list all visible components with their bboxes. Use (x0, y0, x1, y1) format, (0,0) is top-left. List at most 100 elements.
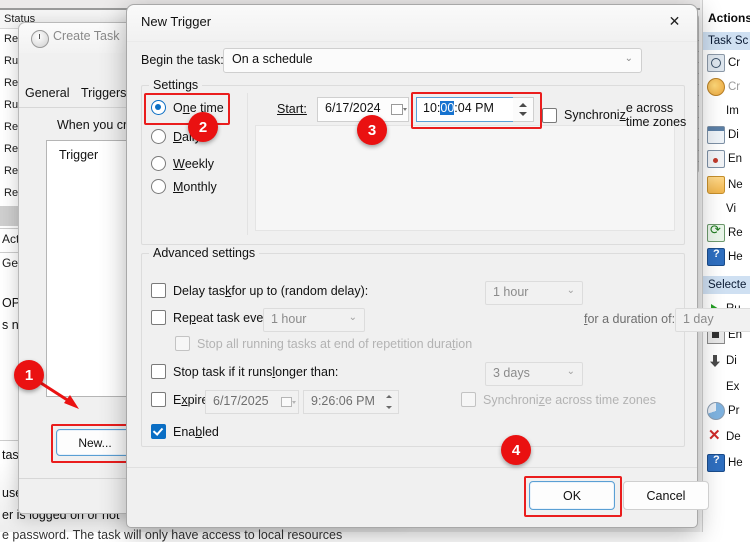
expire-sync-time-zones-checkbox[interactable]: Synchroni z e across time zones (461, 392, 656, 407)
refresh-icon (707, 222, 725, 242)
enabled-label-prefix: Ena (173, 424, 196, 439)
new-trigger-dialog: New Trigger ✕ Begin the task: On a sched… (126, 4, 750, 528)
radio-label-suffix: onthly (183, 179, 217, 194)
folder-icon (707, 176, 725, 194)
action-disable[interactable]: Di (703, 350, 750, 372)
expire-time-input[interactable]: 9:26:06 PM (303, 390, 383, 414)
start-time-highlight (411, 92, 542, 129)
start-label-text: Start: (277, 102, 307, 116)
action-refresh[interactable]: Re (703, 222, 750, 244)
detail-line-3: e password. The task will only have acce… (2, 528, 343, 542)
radio-indicator (151, 129, 166, 144)
spinner-down-icon[interactable] (386, 406, 392, 409)
actions-section-selected-item: Selecte (703, 276, 750, 294)
begin-task-select[interactable]: On a schedule ⌄ (223, 48, 642, 73)
spinner-up-icon[interactable] (386, 395, 392, 398)
delay-duration-select[interactable]: 1 hour ⌄ (485, 281, 583, 305)
settings-group-label: Settings (149, 78, 203, 92)
radio-indicator (151, 179, 166, 194)
help-icon (707, 454, 725, 472)
radio-label-accel: D (173, 129, 183, 144)
actions-section-task-scheduler: Task Sc (703, 32, 750, 50)
action-label: Ex (726, 381, 740, 393)
calendar-dropdown-icon[interactable] (281, 397, 296, 407)
pie-icon (707, 402, 725, 420)
action-delete[interactable]: De (703, 426, 750, 448)
action-label: Pr (728, 405, 740, 417)
calendar-icon (707, 126, 725, 144)
sync-label-prefix: Synchroni (564, 108, 620, 122)
checkbox-indicator (151, 364, 166, 379)
create-task-title: Create Task (53, 29, 120, 43)
repeat-interval-select[interactable]: 1 hour ⌄ (263, 308, 365, 332)
one-time-highlight (144, 93, 230, 125)
annotation-badge-4: 4 (501, 435, 531, 465)
action-view[interactable]: Vi (703, 198, 750, 220)
action-export[interactable]: Ex (703, 376, 750, 398)
triggers-list-header: Trigger (59, 148, 99, 162)
enabled-label-suffix: led (202, 424, 219, 439)
begin-task-label: Begin the task: (141, 53, 224, 67)
clock-icon (31, 30, 49, 48)
detail-text-isn: s n (2, 318, 19, 332)
delay-label-prefix: Delay tas (173, 283, 226, 298)
action-import-task[interactable]: Im (703, 100, 750, 122)
action-enable-task-history[interactable]: En (703, 148, 750, 170)
cancel-button[interactable]: Cancel (623, 481, 709, 510)
duration-label: for a duration of: (584, 312, 675, 326)
action-label: Di (728, 129, 739, 141)
tab-general[interactable]: General (25, 86, 69, 100)
actions-pane-title: Actions (708, 11, 750, 25)
chevron-down-icon: ⌄ (624, 53, 633, 64)
action-create-task[interactable]: Cr (703, 76, 750, 98)
action-create-basic-task[interactable]: Cr (703, 52, 750, 74)
delay-task-checkbox[interactable]: Delay tas k for up to (random delay): (151, 283, 368, 298)
action-help[interactable]: He (703, 246, 750, 268)
sync-time-zones-checkbox[interactable]: Synchroni z e across time zones (542, 101, 697, 129)
tab-triggers[interactable]: Triggers (81, 86, 126, 100)
start-date-value: 6/17/2024 (325, 101, 381, 115)
expire-time-spinner[interactable] (381, 390, 399, 414)
expire-label-prefix: E (173, 392, 182, 407)
radio-label-accel: W (173, 156, 185, 171)
delay-label-suffix: for up to (random delay): (231, 283, 369, 298)
checkbox-indicator (151, 392, 166, 407)
radio-monthly[interactable]: Monthly (151, 179, 217, 194)
settings-detail-panel (255, 125, 675, 231)
stop-task-duration-select[interactable]: 3 days ⌄ (485, 362, 583, 386)
close-icon[interactable]: ✕ (652, 5, 697, 38)
stop-all-running-tasks-checkbox[interactable]: Stop all running tasks at end of repetit… (175, 336, 472, 351)
expire-date-input[interactable]: 6/17/2025 (205, 390, 299, 414)
clock-box-icon (707, 54, 725, 72)
radio-weekly[interactable]: Weekly (151, 156, 214, 171)
delete-x-icon (707, 426, 723, 445)
annotation-badge-3: 3 (357, 115, 387, 145)
checkbox-indicator (151, 310, 166, 325)
chevron-down-icon: ⌄ (566, 366, 575, 377)
detail-text-task: tas (2, 448, 19, 462)
checkbox-indicator (175, 336, 190, 351)
action-properties[interactable]: Pr (703, 400, 750, 422)
red-dot-icon (707, 150, 725, 168)
checkbox-indicator (151, 283, 166, 298)
duration-select[interactable]: 1 day ⌄ (675, 308, 750, 332)
expire-checkbox[interactable]: Ex pire: (151, 392, 212, 407)
repeat-task-checkbox[interactable]: Re p eat task every: (151, 310, 277, 325)
dialog-footer-divider (127, 467, 697, 468)
enabled-checkbox[interactable]: Ena b led (151, 424, 219, 439)
action-help-selected[interactable]: He (703, 452, 750, 474)
action-new-folder[interactable]: Ne (703, 174, 750, 196)
calendar-dropdown-icon[interactable] (391, 104, 407, 115)
action-display-all-running-tasks[interactable]: Di (703, 124, 750, 146)
stop-task-checkbox[interactable]: Stop task if it runs l onger than: (151, 364, 338, 379)
action-label: Re (728, 227, 743, 239)
action-label: De (726, 431, 741, 443)
radio-indicator (151, 156, 166, 171)
actions-pane: Actions Task Sc Cr Cr Im Di En Ne Vi Re … (702, 0, 750, 532)
action-label: Ne (728, 179, 743, 191)
checkbox-indicator (542, 107, 557, 123)
begin-task-value: On a schedule (232, 52, 313, 66)
down-arrow-icon (707, 353, 723, 369)
expire-sync-label-prefix: Synchroni (483, 392, 539, 407)
delay-duration-value: 1 hour (493, 285, 529, 299)
